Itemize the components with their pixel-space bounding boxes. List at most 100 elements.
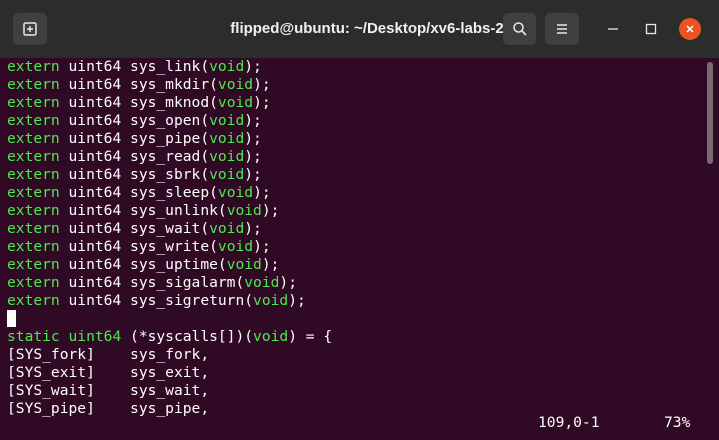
function-name: sys_mkdir(: [130, 76, 218, 93]
code-line: extern uint64 sys_pipe(void);: [7, 130, 262, 148]
new-tab-button[interactable]: [13, 13, 47, 45]
keyword-extern: extern: [7, 184, 60, 201]
keyword-void: void: [209, 166, 245, 183]
code-line: extern uint64 sys_sbrk(void);: [7, 166, 262, 184]
code-line: extern uint64 sys_open(void);: [7, 112, 262, 130]
cursor-line[interactable]: [7, 310, 16, 328]
type-name: uint64: [68, 238, 122, 255]
keyword-extern: extern: [7, 94, 60, 111]
table-line: [SYS_pipe] sys_pipe,: [7, 400, 209, 418]
type-name: uint64: [68, 148, 122, 165]
function-name: sys_sigalarm(: [130, 274, 245, 291]
code-line: extern uint64 sys_wait(void);: [7, 220, 262, 238]
function-name: sys_link(: [130, 58, 210, 75]
table-value: sys_exit,: [130, 364, 210, 381]
line-tail: );: [253, 76, 271, 93]
maximize-button[interactable]: [638, 16, 664, 42]
maximize-icon: [645, 23, 657, 35]
keyword-void: void: [217, 76, 254, 93]
minimize-button[interactable]: [600, 16, 626, 42]
line-tail: );: [288, 292, 306, 309]
code-line: extern uint64 sys_sigalarm(void);: [7, 274, 297, 292]
scrollbar-thumb[interactable]: [707, 62, 713, 164]
function-name: sys_sbrk(: [130, 166, 210, 183]
line-tail: );: [244, 130, 262, 147]
keyword-extern: extern: [7, 130, 60, 147]
keyword-void: void: [226, 202, 262, 219]
line-tail: );: [253, 94, 271, 111]
keyword-extern: extern: [7, 238, 60, 255]
array-declaration: (*syscalls[])(: [130, 328, 254, 345]
function-name: sys_unlink(: [130, 202, 227, 219]
keyword-void: void: [209, 112, 245, 129]
code-line: extern uint64 sys_mknod(void);: [7, 94, 271, 112]
keyword-extern: extern: [7, 166, 60, 183]
menu-button[interactable]: [545, 13, 579, 45]
line-tail: );: [244, 58, 262, 75]
keyword-void: void: [244, 274, 280, 291]
keyword-extern: extern: [7, 112, 60, 129]
line-tail: );: [244, 148, 262, 165]
keyword-void: void: [253, 328, 289, 345]
type-name: uint64: [68, 112, 122, 129]
type-name: uint64: [68, 130, 122, 147]
line-tail: );: [244, 220, 262, 237]
code-line-static: static uint64 (*syscalls[])(void) = {: [7, 328, 332, 346]
type-name: uint64: [68, 76, 122, 93]
function-name: sys_open(: [130, 112, 210, 129]
keyword-extern: extern: [7, 292, 60, 309]
type-name: uint64: [68, 274, 122, 291]
terminal-window: flipped@ubuntu: ~/Desktop/xv6-labs-2021: [0, 0, 719, 440]
terminal-text-area[interactable]: extern uint64 sys_link(void); extern uin…: [0, 58, 705, 440]
keyword-void: void: [217, 238, 254, 255]
close-icon: [686, 25, 694, 33]
table-key: [SYS_fork]: [7, 346, 95, 363]
line-tail: );: [261, 202, 280, 219]
scroll-percent-status: 73%: [664, 414, 691, 431]
table-key: [SYS_exit]: [7, 364, 95, 381]
code-line: extern uint64 sys_sigreturn(void);: [7, 292, 306, 310]
keyword-void: void: [217, 184, 254, 201]
table-key: [SYS_pipe]: [7, 400, 95, 417]
table-value: sys_fork,: [130, 346, 210, 363]
type-name: uint64: [68, 256, 122, 273]
type-name: uint64: [68, 166, 122, 183]
function-name: sys_mknod(: [130, 94, 218, 111]
search-button[interactable]: [503, 13, 536, 45]
keyword-void: void: [209, 130, 245, 147]
function-name: sys_write(: [130, 238, 218, 255]
table-line: [SYS_exit] sys_exit,: [7, 364, 209, 382]
line-tail: );: [279, 274, 297, 291]
type-name: uint64: [68, 220, 122, 237]
close-button[interactable]: [679, 18, 701, 40]
keyword-extern: extern: [7, 148, 60, 165]
line-tail: ) = {: [288, 328, 333, 345]
type-name: uint64: [68, 58, 122, 75]
hamburger-menu-icon: [557, 24, 567, 34]
new-tab-icon: [23, 22, 37, 36]
type-name: uint64: [68, 202, 122, 219]
line-tail: );: [244, 166, 262, 183]
keyword-void: void: [209, 220, 245, 237]
table-key: [SYS_wait]: [7, 382, 95, 399]
line-tail: );: [253, 238, 271, 255]
text-cursor: [7, 310, 16, 327]
title-bar[interactable]: flipped@ubuntu: ~/Desktop/xv6-labs-2021: [0, 0, 719, 58]
table-line: [SYS_fork] sys_fork,: [7, 346, 209, 364]
type-name: uint64: [68, 292, 122, 309]
code-line: extern uint64 sys_read(void);: [7, 148, 262, 166]
code-line: extern uint64 sys_write(void);: [7, 238, 271, 256]
keyword-static: static: [7, 328, 60, 345]
minimize-icon: [608, 28, 618, 30]
line-tail: );: [244, 112, 262, 129]
keyword-extern: extern: [7, 202, 60, 219]
function-name: sys_read(: [130, 148, 210, 165]
keyword-void: void: [226, 256, 262, 273]
keyword-void: void: [209, 148, 245, 165]
table-value: sys_wait,: [130, 382, 210, 399]
table-line: [SYS_wait] sys_wait,: [7, 382, 209, 400]
type-name: uint64: [68, 328, 122, 345]
code-line: extern uint64 sys_unlink(void);: [7, 202, 279, 220]
line-tail: );: [253, 184, 271, 201]
function-name: sys_pipe(: [130, 130, 210, 147]
